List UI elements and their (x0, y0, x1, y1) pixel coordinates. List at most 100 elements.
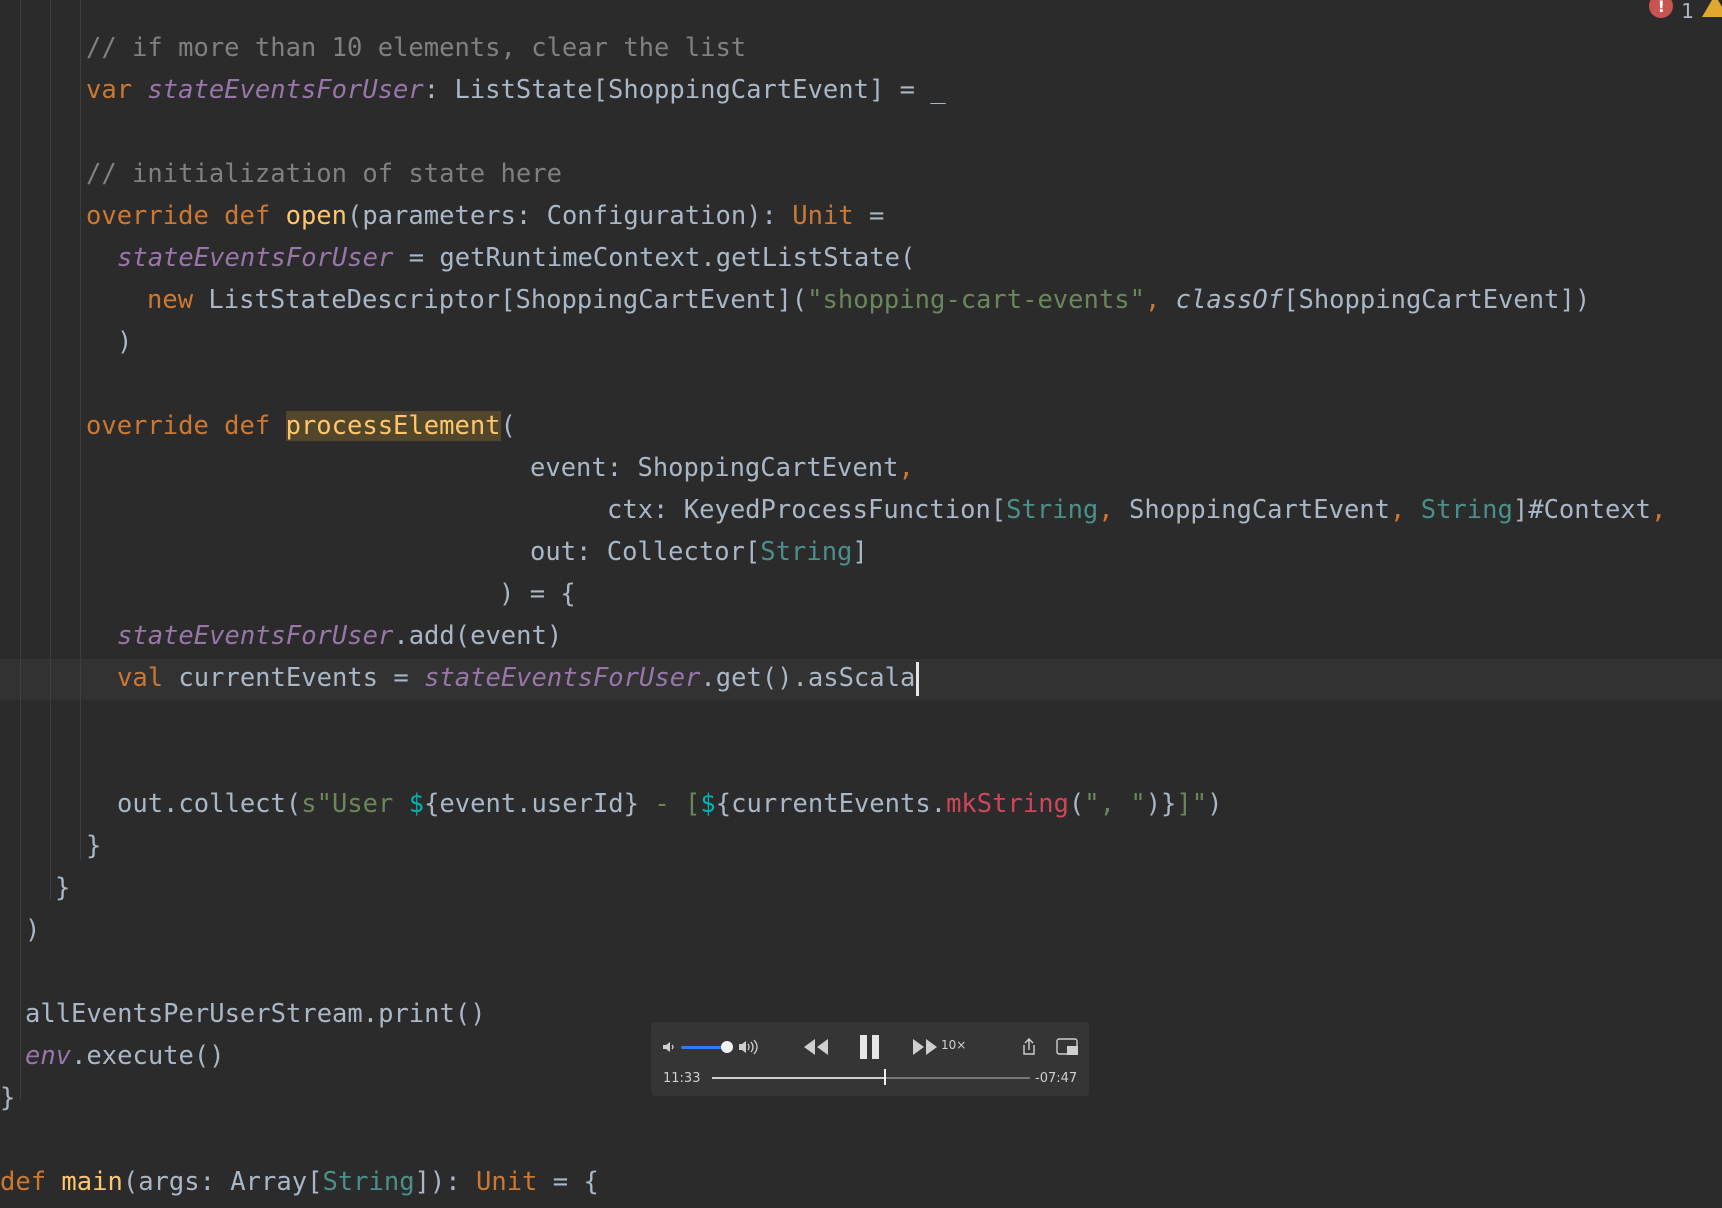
code-line: allEventsPerUserStream.print() (25, 993, 486, 1035)
rewind-icon[interactable] (802, 1036, 830, 1058)
code-token: stateEventsForUser (117, 243, 394, 273)
code-token: ( (500, 411, 516, 441)
code-line: val currentEvents = stateEventsForUser.g… (117, 657, 920, 699)
code-token: String (1006, 495, 1099, 525)
code-token: , (1144, 285, 1176, 315)
code-line: def main(args: Array[String]): Unit = { (0, 1161, 599, 1203)
code-line: override def open(parameters: Configurat… (86, 195, 884, 237)
share-icon[interactable] (1020, 1037, 1038, 1057)
code-token: event: ShoppingCartEvent (530, 453, 899, 483)
code-token: , (898, 453, 914, 483)
code-token: , (1098, 495, 1130, 525)
code-token: ] (852, 537, 868, 567)
code-token: ) (25, 915, 41, 945)
code-token: String (760, 537, 853, 567)
code-token: , (1651, 495, 1667, 525)
code-token: (parameters: Configuration): (347, 201, 793, 231)
code-line: // initialization of state here (86, 153, 562, 195)
code-token: env (25, 1041, 72, 1071)
warning-icon[interactable] (1702, 0, 1722, 17)
code-token: currentEvents = (178, 663, 425, 693)
code-line: ctx: KeyedProcessFunction[String, Shoppi… (607, 489, 1666, 531)
code-token: ]" (1176, 789, 1208, 819)
code-line: env.execute() (25, 1035, 225, 1077)
code-token: .execute() (71, 1041, 225, 1071)
code-token: Unit (792, 201, 854, 231)
code-token: : ListState[ShoppingCartEvent] = _ (423, 75, 946, 105)
code-token: mkString (946, 789, 1069, 819)
playback-speed-label[interactable]: 10× (941, 1038, 966, 1052)
code-token: main (61, 1167, 123, 1197)
code-line: stateEventsForUser = getRuntimeContext.g… (117, 237, 915, 279)
code-line: new ListStateDescriptor[ShoppingCartEven… (147, 279, 1590, 321)
code-line: ) (25, 909, 40, 951)
code-token: (args: Array[ (122, 1167, 323, 1197)
code-token: - [ (639, 789, 701, 819)
inspection-widget[interactable]: ! 1 (1649, 0, 1722, 23)
code-token: ( (1068, 789, 1085, 819)
code-line: out: Collector[String] (530, 531, 868, 573)
code-line: } (86, 825, 101, 867)
code-token: open (285, 201, 348, 231)
code-token: def (0, 1167, 62, 1197)
code-token: ctx: KeyedProcessFunction[ (607, 495, 1007, 525)
code-token: ", " (1084, 789, 1146, 819)
indent-guide (80, 270, 81, 350)
code-token: ]): (414, 1167, 476, 1197)
code-token: String (1420, 495, 1513, 525)
code-token: $ (700, 789, 716, 819)
volume-low-icon[interactable] (661, 1039, 677, 1055)
code-line: } (55, 867, 70, 909)
error-icon[interactable]: ! (1649, 0, 1674, 18)
code-line: ) (117, 321, 132, 363)
code-token: ShoppingCartEvent (1129, 495, 1391, 525)
code-token: stateEventsForUser (117, 621, 394, 651)
indent-guide (80, 450, 81, 820)
scrubber-progress (712, 1077, 884, 1079)
code-token: , (1390, 495, 1421, 525)
code-token: new (147, 285, 209, 315)
code-token: s"User (301, 789, 409, 819)
code-line: stateEventsForUser.add(event) (117, 615, 562, 657)
code-line: out.collect(s"User ${event.userId} - [${… (117, 783, 1222, 825)
text-caret (916, 662, 920, 696)
remaining-time: -07:47 (1035, 1071, 1078, 1086)
code-token: {event.userId} (424, 789, 639, 819)
code-token: ) = { (499, 579, 576, 609)
code-token: allEventsPerUserStream.print() (25, 999, 486, 1029)
code-token: String (322, 1167, 415, 1197)
pause-icon[interactable] (858, 1033, 882, 1061)
code-token: )} (1145, 789, 1177, 819)
scrubber-playhead[interactable] (883, 1069, 886, 1085)
code-token: } (86, 831, 102, 861)
code-token: // if more than 10 elements, clear the l… (86, 33, 747, 63)
code-line: // if more than 10 elements, clear the l… (86, 27, 746, 69)
code-token: = getRuntimeContext.getListState( (393, 243, 916, 273)
code-token: ) (1207, 789, 1223, 819)
video-player-controls[interactable]: 10× 11:33 -07:47 (651, 1022, 1089, 1096)
volume-high-icon[interactable] (737, 1037, 759, 1057)
code-token: stateEventsForUser (147, 75, 424, 105)
code-token: stateEventsForUser (424, 663, 701, 693)
code-token: out.collect( (117, 789, 302, 819)
code-line: override def processElement( (86, 405, 516, 447)
code-token: {currentEvents. (715, 789, 947, 819)
pip-icon[interactable] (1056, 1038, 1080, 1056)
code-token: out: Collector[ (530, 537, 761, 567)
code-token: Unit (475, 1167, 538, 1197)
code-token: ListStateDescriptor[ShoppingCartEvent]( (208, 285, 808, 315)
indent-guide (20, 0, 21, 1100)
code-token: override def (86, 201, 286, 231)
code-token: processElement (285, 411, 501, 441)
code-token: classOf (1175, 285, 1284, 315)
code-line: } (0, 1077, 15, 1119)
code-token: = { (537, 1167, 599, 1197)
fast-forward-icon[interactable] (911, 1036, 939, 1058)
volume-slider-knob[interactable] (721, 1041, 733, 1053)
error-count[interactable]: 1 (1681, 0, 1694, 23)
code-line: ) = { (499, 573, 576, 615)
indent-guide (50, 0, 51, 900)
code-token: = (853, 201, 885, 231)
code-token: // initialization of state here (86, 159, 562, 189)
code-token: [ShoppingCartEvent]) (1283, 285, 1591, 315)
